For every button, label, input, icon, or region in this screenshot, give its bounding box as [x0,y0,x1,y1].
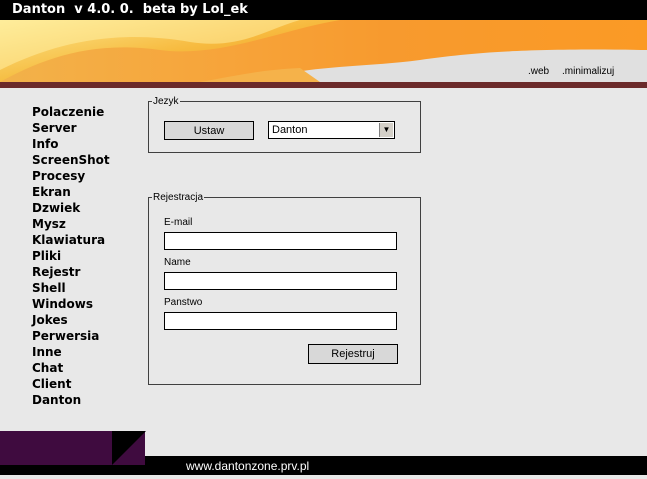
nav-item-info[interactable]: Info [32,136,110,152]
name-field[interactable] [164,272,397,290]
sidebar-nav: Polaczenie Server Info ScreenShot Proces… [32,104,110,408]
email-label: E-mail [164,217,193,228]
nav-item-perwersia[interactable]: Perwersia [32,328,110,344]
language-legend: Jezyk [153,96,179,107]
nav-item-dzwiek[interactable]: Dzwiek [32,200,110,216]
nav-item-screenshot[interactable]: ScreenShot [32,152,110,168]
language-selected-value: Danton [272,124,308,136]
nav-item-chat[interactable]: Chat [32,360,110,376]
nav-item-ekran[interactable]: Ekran [32,184,110,200]
language-select[interactable]: Danton ▼ [268,121,395,139]
set-language-button[interactable]: Ustaw [164,121,254,140]
name-label: Name [164,257,191,268]
nav-item-mysz[interactable]: Mysz [32,216,110,232]
bottom-border [0,475,647,479]
nav-item-polaczenie[interactable]: Polaczenie [32,104,110,120]
banner-art [0,20,647,82]
banner-strip [0,82,647,88]
nav-item-inne[interactable]: Inne [32,344,110,360]
country-field[interactable] [164,312,397,330]
title-bar: Danton v 4.0. 0. beta by Lol_ek [0,0,647,20]
footer-url[interactable]: www.dantonzone.prv.pl [186,459,309,473]
nav-item-jokes[interactable]: Jokes [32,312,110,328]
nav-item-procesy[interactable]: Procesy [32,168,110,184]
country-label: Panstwo [164,297,203,308]
nav-item-pliki[interactable]: Pliki [32,248,110,264]
register-button[interactable]: Rejestruj [308,344,398,364]
nav-item-client[interactable]: Client [32,376,110,392]
footer-wedge [112,431,146,465]
nav-item-server[interactable]: Server [32,120,110,136]
app-title: Danton v 4.0. 0. beta [12,2,176,17]
nav-item-shell[interactable]: Shell [32,280,110,296]
nav-item-danton[interactable]: Danton [32,392,110,408]
nav-item-windows[interactable]: Windows [32,296,110,312]
footer-bar-left [0,465,145,475]
nav-item-rejestr[interactable]: Rejestr [32,264,110,280]
web-link[interactable]: .web [528,66,549,77]
app-author: by Lol_ek [180,2,248,17]
email-field[interactable] [164,232,397,250]
registration-legend: Rejestracja [153,192,204,203]
chevron-down-icon[interactable]: ▼ [379,123,393,137]
minimize-link[interactable]: .minimalizuj [562,66,614,77]
banner [0,20,647,82]
nav-item-klawiatura[interactable]: Klawiatura [32,232,110,248]
